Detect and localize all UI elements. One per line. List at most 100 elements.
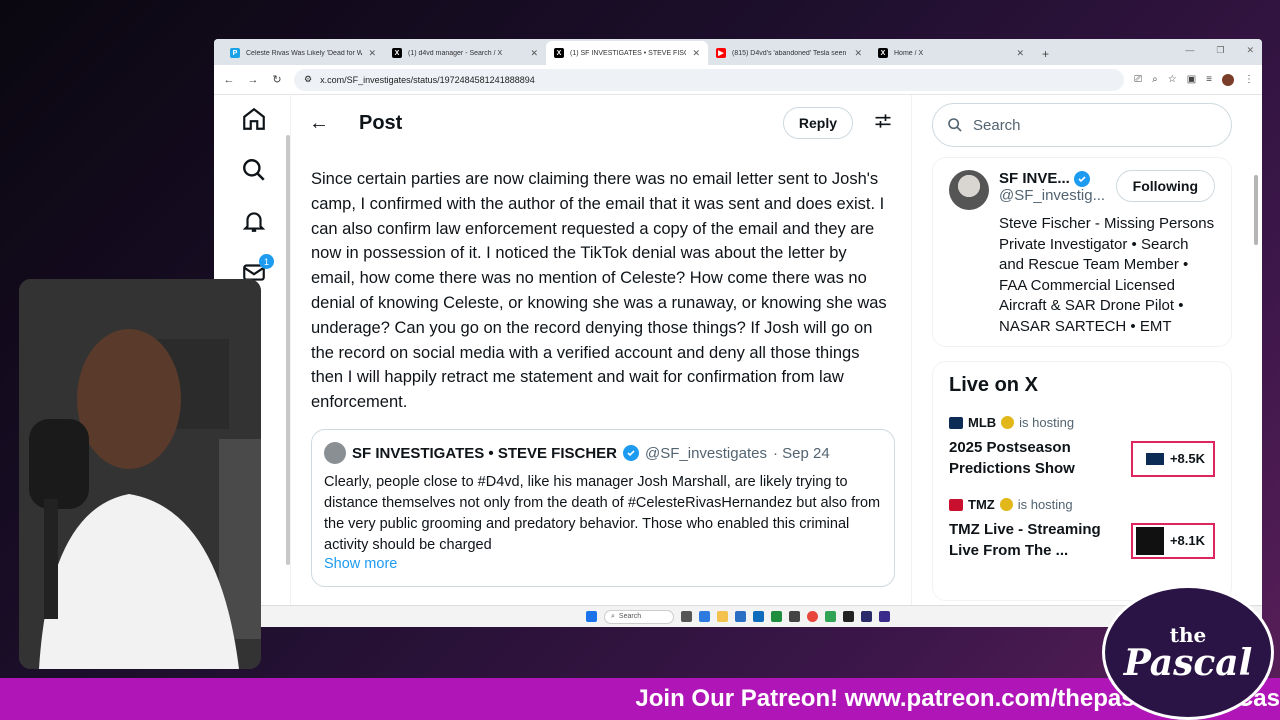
verified-badge-icon xyxy=(1073,170,1090,187)
patreon-banner: Join Our Patreon! www.patreon.com/thepas… xyxy=(0,678,1280,720)
sidepanel-icon[interactable]: ▣ xyxy=(1187,74,1196,85)
menu-kebab-icon[interactable]: ⋮ xyxy=(1244,74,1254,85)
close-icon[interactable]: ✕ xyxy=(854,48,862,59)
explore-search-icon[interactable] xyxy=(234,150,274,190)
host-name: MLB xyxy=(968,415,997,430)
bookmark-star-icon[interactable]: ☆ xyxy=(1168,74,1177,85)
tmz-logo-icon xyxy=(949,498,963,511)
search-icon xyxy=(948,118,962,132)
avatar xyxy=(324,442,346,464)
avatar[interactable] xyxy=(949,170,989,210)
back-arrow-icon[interactable]: ← xyxy=(309,112,329,135)
mail-icon[interactable] xyxy=(753,611,764,622)
close-icon[interactable]: ✕ xyxy=(530,48,538,59)
app-icon[interactable] xyxy=(843,611,854,622)
tab-title: (1) d4vd manager - Search / X xyxy=(408,49,503,57)
taskbar-search[interactable]: ⌕ Search xyxy=(604,609,674,624)
premiere-icon[interactable] xyxy=(861,611,872,622)
search-placeholder: Search xyxy=(973,116,1021,134)
post-column: ← Post Reply Since certain parties are n… xyxy=(290,95,912,627)
mlb-logo-icon xyxy=(1145,452,1164,465)
reload-icon[interactable]: ↻ xyxy=(270,73,284,86)
start-icon[interactable] xyxy=(586,611,597,622)
new-tab-button[interactable]: + xyxy=(1032,47,1059,65)
chrome-icon[interactable] xyxy=(807,611,818,622)
x-favicon-icon: X xyxy=(878,48,888,58)
verified-badge-icon xyxy=(623,445,640,461)
show-more-link[interactable]: Show more xyxy=(324,556,882,572)
live-listener-count[interactable]: +8.5K xyxy=(1131,440,1215,477)
tab-youtube[interactable]: ▶ (815) D4vd's 'abandoned' Tesla seen ✕ xyxy=(708,41,870,65)
live-listener-count[interactable]: +8.1K xyxy=(1131,522,1215,559)
close-icon[interactable]: ✕ xyxy=(368,48,376,59)
live-item[interactable]: MLB is hosting 2025 Postseason Predictio… xyxy=(949,415,1215,479)
tab-title: (1) SF INVESTIGATES • STEVE FISCHER xyxy=(570,49,686,57)
task-view-icon[interactable] xyxy=(681,611,692,622)
tab-title: (815) D4vd's 'abandoned' Tesla seen xyxy=(732,49,847,57)
right-sidebar: Search SF INVE... @SF_investig... Follow… xyxy=(932,95,1232,601)
profile-avatar[interactable] xyxy=(1222,73,1234,86)
live-on-x-card: Live on X MLB is hosting 2025 Postseason… xyxy=(932,361,1232,601)
tab-celeste[interactable]: P Celeste Rivas Was Likely 'Dead for We … xyxy=(222,41,384,65)
notifications-bell-icon[interactable] xyxy=(234,201,274,241)
sliders-icon[interactable] xyxy=(873,111,893,136)
back-icon[interactable]: ← xyxy=(222,74,236,86)
profile-handle: @SF_investig... xyxy=(999,187,1106,204)
app-icon[interactable] xyxy=(879,611,890,622)
listener-count-text: +8.1K xyxy=(1169,533,1205,548)
p-favicon-icon: P xyxy=(230,48,240,58)
gold-verified-icon xyxy=(1001,416,1015,429)
pascal-show-logo: the Pascal xyxy=(1102,585,1274,720)
following-button[interactable]: Following xyxy=(1115,170,1215,202)
site-info-icon[interactable]: ⚙ xyxy=(304,74,312,85)
zoom-icon[interactable]: ⌕ xyxy=(1152,74,1158,85)
quote-date: · Sep 24 xyxy=(772,444,830,462)
profile-bio: Steve Fischer - Missing Persons Private … xyxy=(999,215,1215,335)
cast-icon[interactable]: ⎚ xyxy=(1134,74,1142,85)
tab-title: Home / X xyxy=(894,49,924,57)
store-icon[interactable] xyxy=(735,611,746,622)
app-icon[interactable] xyxy=(789,611,800,622)
windows-taskbar: ⌕ Search xyxy=(214,605,1262,627)
hosting-label: is hosting xyxy=(1019,415,1075,430)
quote-header: SF INVESTIGATES • STEVE FISCHER @SF_inve… xyxy=(324,442,882,464)
youtube-favicon-icon: ▶ xyxy=(716,48,726,58)
profile-name[interactable]: SF INVE... xyxy=(999,170,1070,187)
edge-icon[interactable] xyxy=(699,611,710,622)
app-icon[interactable] xyxy=(771,611,782,622)
tab-title: Celeste Rivas Was Likely 'Dead for We xyxy=(246,49,363,57)
live-item[interactable]: TMZ is hosting TMZ Live - Streaming Live… xyxy=(949,497,1215,561)
close-icon[interactable]: ✕ xyxy=(1016,48,1024,59)
post-header: ← Post Reply xyxy=(291,95,911,151)
tab-sf-investigates[interactable]: X (1) SF INVESTIGATES • STEVE FISCHER ✕ xyxy=(546,41,708,65)
host-name: TMZ xyxy=(968,497,995,512)
file-explorer-icon[interactable] xyxy=(717,611,728,622)
app-icon[interactable] xyxy=(825,611,836,622)
tab-d4vd-search[interactable]: X (1) d4vd manager - Search / X ✕ xyxy=(384,41,546,65)
webcam-overlay xyxy=(19,279,261,669)
quote-author-name: SF INVESTIGATES • STEVE FISCHER xyxy=(352,444,618,462)
tab-home-x[interactable]: X Home / X ✕ xyxy=(870,41,1032,65)
maximize-icon[interactable]: ❐ xyxy=(1216,45,1224,56)
taskbar-search-label: Search xyxy=(618,613,642,620)
minimize-icon[interactable]: — xyxy=(1185,45,1194,56)
search-input[interactable]: Search xyxy=(932,103,1232,147)
home-icon[interactable] xyxy=(234,99,274,139)
quoted-post[interactable]: SF INVESTIGATES • STEVE FISCHER @SF_inve… xyxy=(311,429,895,587)
extensions-icon[interactable]: ≡ xyxy=(1206,74,1212,85)
tmz-thumbnail-icon xyxy=(1135,526,1164,555)
x-page: 1 ← Post Reply Since certain parties are… xyxy=(214,95,1262,627)
live-item-title: 2025 Postseason Predictions Show xyxy=(949,439,1075,477)
url-input[interactable]: ⚙ x.com/SF_investigates/status/197248458… xyxy=(294,68,1125,91)
forward-icon[interactable]: → xyxy=(246,74,260,86)
page-title: Post xyxy=(359,111,403,134)
reply-button[interactable]: Reply xyxy=(782,107,853,139)
gold-verified-icon xyxy=(999,498,1013,511)
close-icon[interactable]: ✕ xyxy=(692,48,700,59)
live-title: Live on X xyxy=(949,374,1038,396)
notification-badge: 1 xyxy=(259,254,274,269)
toolbar-right: ⎚ ⌕ ☆ ▣ ≡ ⋮ xyxy=(1134,73,1254,86)
right-scrollbar[interactable] xyxy=(1254,175,1258,245)
hosting-label: is hosting xyxy=(1017,497,1073,512)
close-window-icon[interactable]: ✕ xyxy=(1246,45,1254,56)
